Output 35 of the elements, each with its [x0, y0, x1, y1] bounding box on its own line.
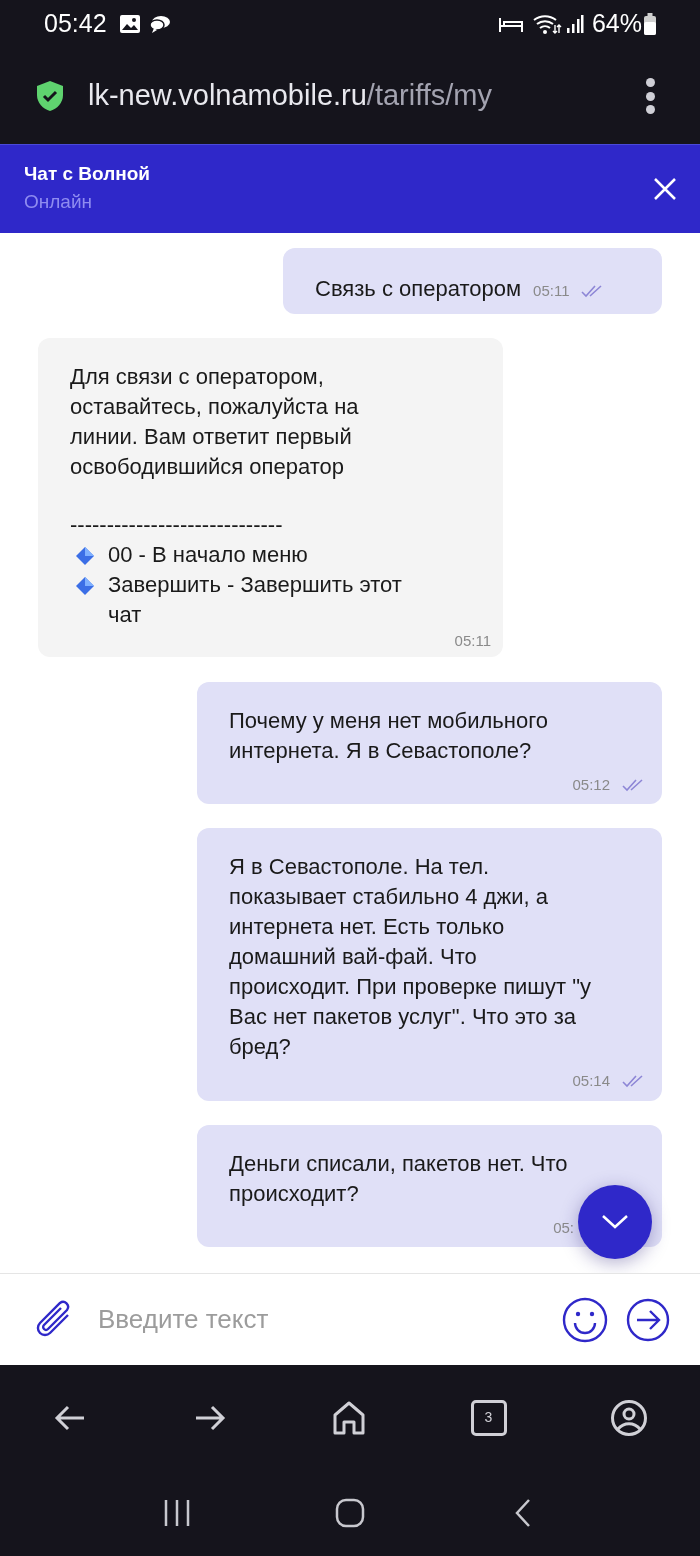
menu-option: 00 - В начало меню: [108, 540, 368, 570]
message-time: 05:11: [454, 631, 491, 651]
message-text: Почему у меня нет мобильного интернета. Я в Севастополе?: [229, 706, 549, 765]
tabs-button[interactable]: 3: [470, 1399, 507, 1436]
battery-percent: 64%: [591, 8, 642, 40]
send-button[interactable]: [626, 1297, 670, 1342]
message-text: Деньги списали, пакетов нет. Что происходит?: [229, 1149, 569, 1208]
chat-bubbles-icon: [148, 14, 171, 34]
chevron-down-icon: [600, 1213, 630, 1231]
wifi-icon: [531, 13, 562, 35]
message-time: 05:11: [533, 280, 570, 301]
message-time: 05:12: [572, 774, 610, 795]
message-text: Я в Севастополе. На тел. показывает стабильно 4 джи, а интернета нет. Есть только домашний вай-фай. Что происходит. При проверке пишут "у Вас нет пакетов услуг". Что это за бред?: [229, 853, 592, 1061]
menu-option: Завершить - Завершить этот чат: [108, 570, 491, 630]
message-text: Для связи с оператором, оставайтесь, пожалуйста на линии. Вам ответит первый освободившийся оператор: [70, 363, 360, 481]
diamond-icon: [74, 575, 96, 597]
emoji-button[interactable]: [562, 1296, 608, 1343]
url-link[interactable]: lk-new.volnamobile.ru/tariffs/my: [88, 74, 492, 118]
diamond-icon: [74, 545, 96, 567]
message-time: 05:: [553, 1217, 574, 1238]
shield-check-icon: [36, 80, 64, 112]
chat-status: Онлайн: [24, 190, 94, 214]
divider-text: -----------------------------: [70, 511, 284, 539]
message-time: 05:14: [572, 1071, 610, 1091]
signal-icon: [565, 14, 584, 34]
chat-title: Чат с Волной: [24, 162, 151, 186]
status-time: 05:42: [44, 8, 107, 40]
profile-button[interactable]: [610, 1398, 648, 1437]
home-nav-button[interactable]: [335, 1498, 365, 1528]
message-text: Связь с оператором: [315, 275, 522, 303]
message-input[interactable]: Введите текст: [98, 1300, 562, 1339]
home-button[interactable]: [331, 1399, 367, 1436]
battery-icon: [644, 13, 656, 35]
close-button[interactable]: [652, 176, 678, 202]
image-icon: [118, 14, 141, 34]
